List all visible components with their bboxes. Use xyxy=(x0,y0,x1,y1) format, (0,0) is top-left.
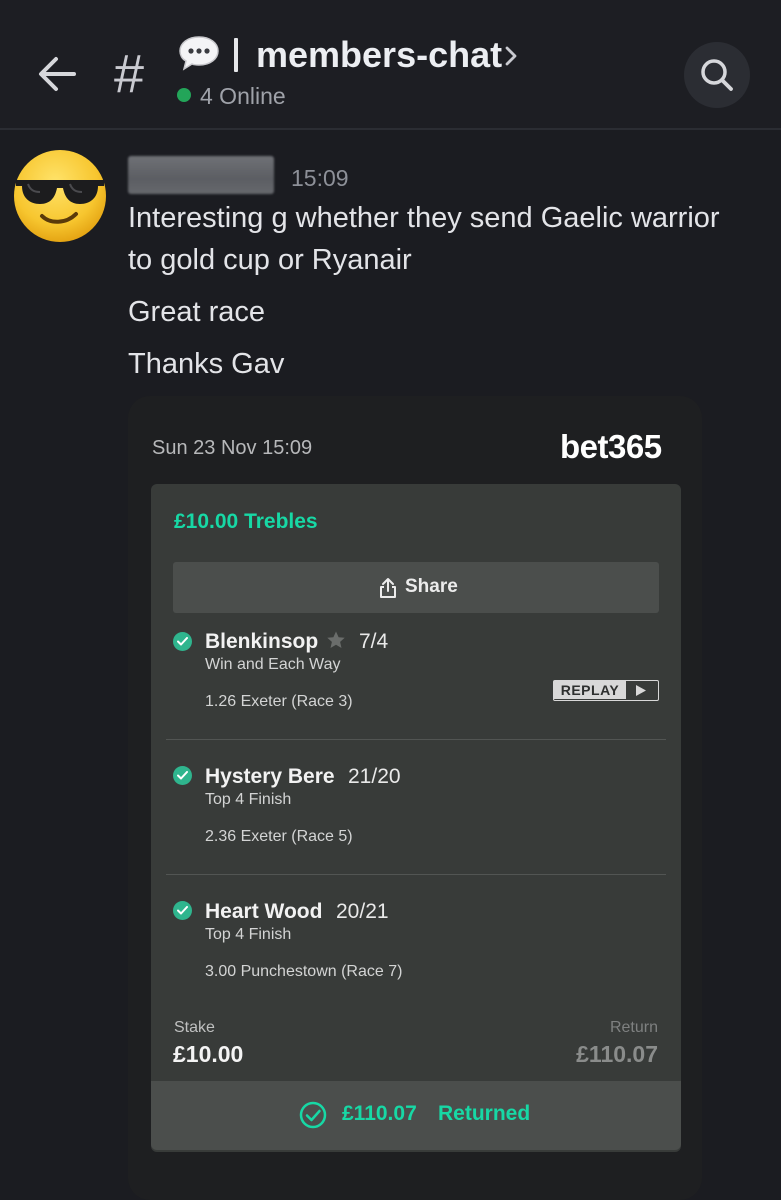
share-label: Share xyxy=(405,576,458,597)
message-text-line: Great race xyxy=(128,296,265,328)
channel-title[interactable]: members-chat xyxy=(256,34,502,76)
online-count: 4 Online xyxy=(200,83,286,109)
selection-odds: 7/4 xyxy=(359,630,389,653)
message-text-line: Thanks Gav xyxy=(128,348,285,380)
play-icon xyxy=(636,685,646,696)
chevron-right-icon[interactable] xyxy=(502,44,520,68)
selection-race: 1.26 Exeter (Race 3) xyxy=(205,693,353,710)
selection-divider xyxy=(166,874,666,875)
star-icon xyxy=(327,631,345,648)
selection-market: Top 4 Finish xyxy=(205,791,292,808)
back-arrow-icon[interactable] xyxy=(34,52,78,96)
check-circle-icon xyxy=(173,901,192,920)
check-circle-icon xyxy=(173,632,192,651)
selection-name: Blenkinsop xyxy=(205,630,319,653)
selection-divider xyxy=(166,739,666,740)
channel-header: # members-chat 4 Online xyxy=(0,0,781,130)
selection-race: 3.00 Punchestown (Race 7) xyxy=(205,963,403,980)
selection-name: Heart Wood xyxy=(205,900,323,923)
returned-banner: £110.07 Returned xyxy=(151,1081,681,1150)
selection-market: Top 4 Finish xyxy=(205,926,292,943)
speech-bubble-icon xyxy=(178,34,220,71)
message-text-line: Interesting g whether they send Gaelic w… xyxy=(128,202,720,234)
selection-market: Win and Each Way xyxy=(205,656,341,673)
message-timestamp: 15:09 xyxy=(291,165,349,191)
search-icon xyxy=(701,59,733,91)
title-divider xyxy=(234,38,238,72)
betslip-date: Sun 23 Nov 15:09 xyxy=(152,437,313,459)
sunglasses-emoji-icon xyxy=(14,150,106,242)
bet365-logo: bet365 xyxy=(560,428,662,465)
betslip-title: £10.00 Trebles xyxy=(174,510,318,533)
stake-label: Stake xyxy=(174,1019,215,1036)
message-text-line: to gold cup or Ryanair xyxy=(128,244,412,276)
return-value: £110.07 xyxy=(576,1041,658,1067)
channel-hash-icon: # xyxy=(114,44,145,104)
returned-label: Returned xyxy=(438,1102,531,1125)
selection-race: 2.36 Exeter (Race 5) xyxy=(205,828,353,845)
selection-name: Hystery Bere xyxy=(205,765,335,788)
avatar[interactable] xyxy=(10,148,110,244)
online-status-dot xyxy=(177,88,191,102)
return-label: Return xyxy=(609,1019,658,1036)
search-button[interactable] xyxy=(684,42,750,108)
selection-odds: 20/21 xyxy=(336,900,389,923)
share-icon xyxy=(380,578,396,598)
username-redacted[interactable] xyxy=(128,156,274,194)
stake-value: £10.00 xyxy=(173,1041,244,1067)
selection-odds: 21/20 xyxy=(348,765,401,788)
check-circle-icon xyxy=(173,766,192,785)
check-circle-outline-icon xyxy=(299,1101,327,1129)
replay-label: REPLAY xyxy=(554,681,626,699)
replay-button[interactable]: REPLAY xyxy=(553,680,659,701)
share-button[interactable]: Share xyxy=(173,562,659,613)
returned-amount: £110.07 xyxy=(342,1102,417,1125)
